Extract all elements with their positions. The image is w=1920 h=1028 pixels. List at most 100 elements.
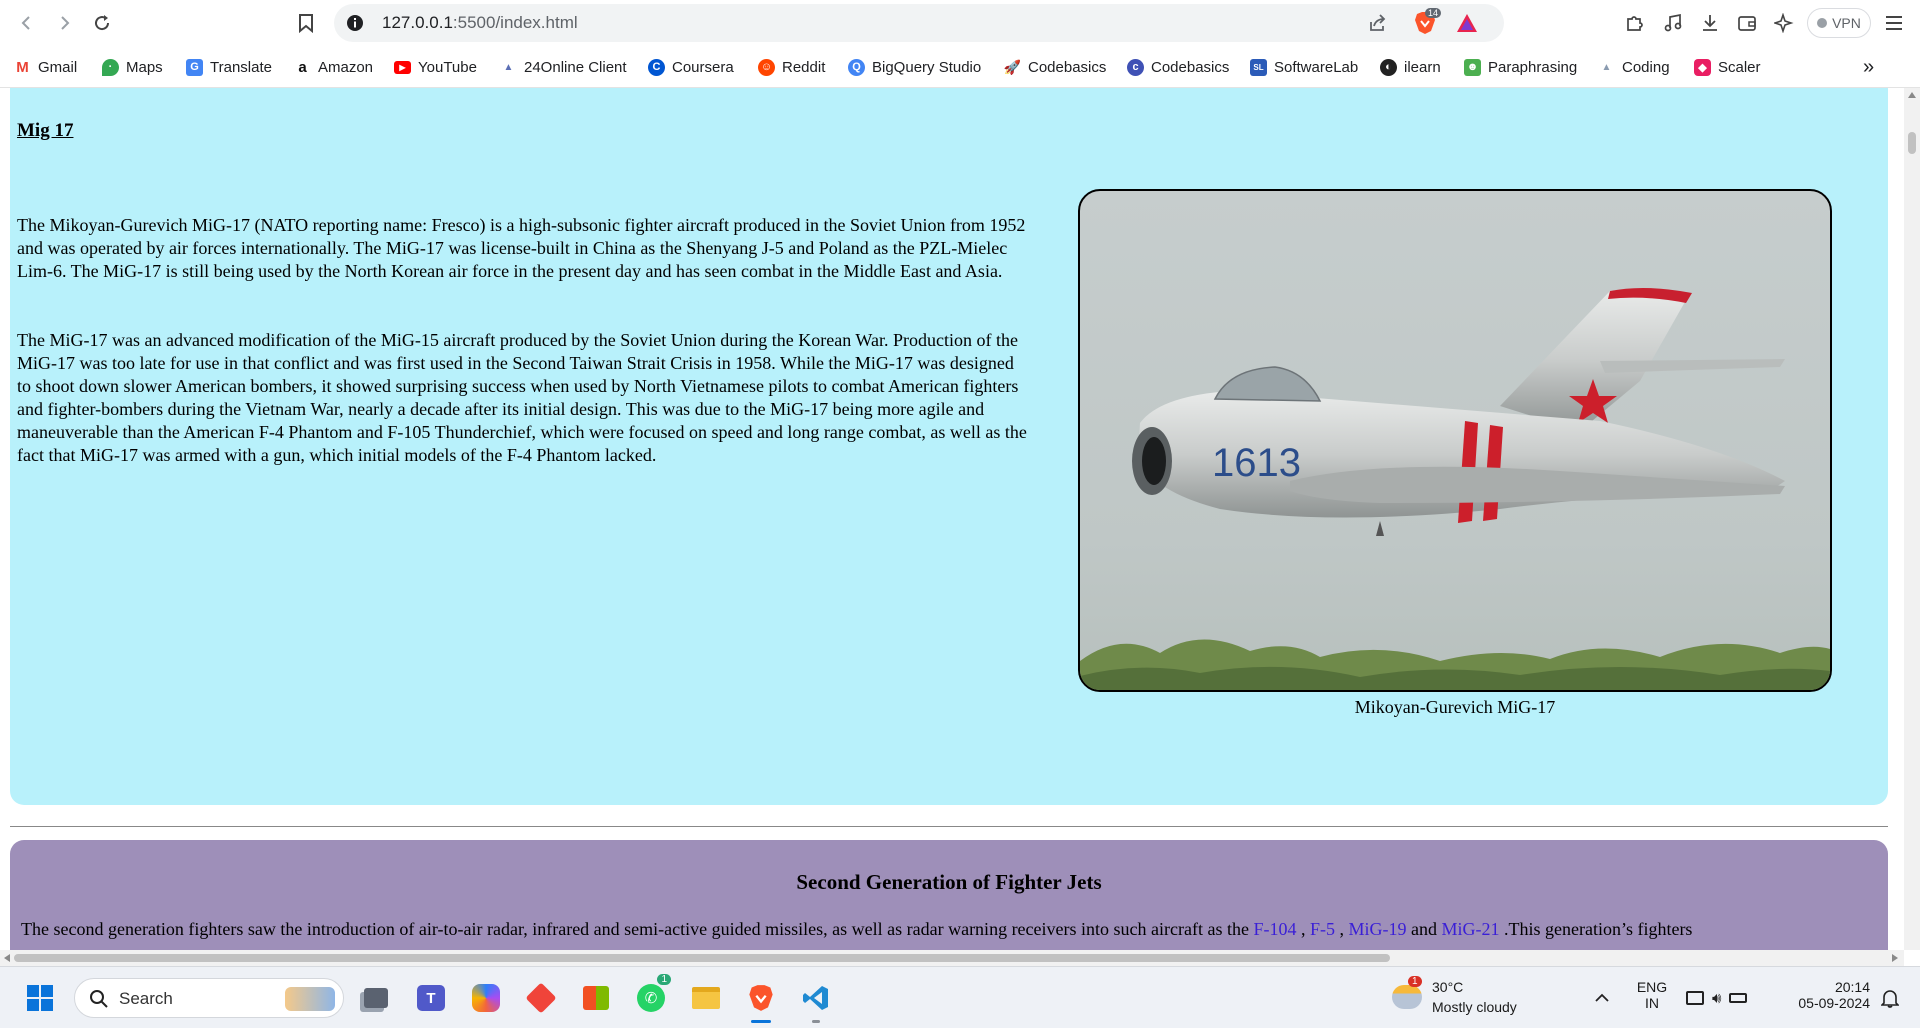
taskbar-search[interactable]: Search [74, 978, 344, 1018]
bookmark-coursera[interactable]: C Coursera [648, 56, 734, 78]
link-f5[interactable]: F-5 [1310, 919, 1335, 939]
bookmark-translate[interactable]: G Translate [186, 56, 272, 78]
wallet-button[interactable] [1733, 9, 1761, 37]
section-divider [10, 826, 1888, 827]
vpn-label: VPN [1832, 15, 1861, 31]
bookmark-bigquery[interactable]: Q BigQuery Studio [848, 56, 981, 78]
forward-button[interactable] [50, 9, 78, 37]
mig17-image: 1613 [1078, 189, 1832, 692]
bookmark-label: Scaler [1718, 58, 1761, 76]
horizontal-scroll-thumb[interactable] [14, 954, 1390, 962]
link-f104[interactable]: F-104 [1253, 919, 1296, 939]
network-icon [1686, 991, 1704, 1005]
bookmark-scaler[interactable]: ◆ Scaler [1694, 56, 1761, 78]
brave-shields-button[interactable]: 14 [1414, 8, 1442, 35]
region-code: IN [1645, 995, 1659, 1011]
clock-date: 05-09-2024 [1798, 995, 1870, 1011]
weather-widget[interactable]: 1 30°C Mostly cloudy [1390, 976, 1560, 1019]
bookmark-label: Coding [1622, 58, 1670, 76]
coding-icon: ▲ [1598, 58, 1615, 76]
start-button[interactable] [22, 980, 58, 1016]
bookmark-page-button[interactable] [292, 9, 320, 37]
bookmark-maps[interactable]: · Maps [102, 56, 163, 78]
main-menu-button[interactable] [1880, 9, 1908, 37]
bookmarks-overflow-button[interactable]: » [1863, 56, 1874, 78]
youtube-icon: ▶ [394, 60, 411, 74]
second-generation-title: Second Generation of Fighter Jets [796, 870, 1102, 894]
vertical-scroll-thumb[interactable] [1908, 132, 1916, 154]
mig17-paragraph-1: The Mikoyan-Gurevich MiG-17 (NATO report… [17, 215, 1026, 281]
bookmark-coding[interactable]: ▲ Coding [1598, 56, 1670, 78]
bookmark-amazon[interactable]: a Amazon [294, 56, 373, 78]
url-host: 127.0.0.1 [382, 13, 453, 32]
url-text[interactable]: 127.0.0.1:5500/index.html [382, 13, 578, 33]
sparkle-icon [1774, 13, 1794, 33]
bookmarks-bar: M Gmail · Maps G Translate a Amazon ▶ YouTube… [0, 46, 1920, 88]
microsoft-store-button[interactable] [578, 980, 614, 1016]
mig17-paragraph-2: The MiG-17 was an advanced modification … [17, 330, 1027, 465]
bookmark-codebasics-2[interactable]: c Codebasics [1127, 56, 1229, 78]
bookmark-paraphrasing[interactable]: ☻ Paraphrasing [1464, 56, 1577, 78]
site-info-icon[interactable] [346, 14, 364, 32]
bookmark-reddit[interactable]: ☺ Reddit [758, 56, 825, 78]
language-code: ENG [1636, 979, 1668, 995]
share-icon[interactable] [1368, 13, 1388, 33]
media-button[interactable] [1659, 9, 1687, 37]
back-button[interactable] [13, 9, 41, 37]
weather-alert-badge: 1 [1408, 976, 1422, 987]
show-hidden-icons-button[interactable] [1584, 980, 1620, 1016]
app-red-diamond-button[interactable] [523, 980, 559, 1016]
brave-taskbar-button[interactable] [743, 980, 779, 1023]
whatsapp-button[interactable]: ✆ 1 [633, 974, 671, 1016]
vpn-button[interactable]: VPN [1807, 8, 1871, 38]
weather-temperature: 30°C [1432, 979, 1464, 995]
task-view-button[interactable] [358, 980, 394, 1016]
bookmark-label: Codebasics [1151, 58, 1230, 76]
bookmark-youtube[interactable]: ▶ YouTube [394, 56, 477, 78]
link-mig21[interactable]: MiG-21 [1441, 919, 1499, 939]
separator: and [1406, 919, 1442, 939]
bookmark-label: ilearn [1404, 58, 1441, 76]
coursera-icon: C [648, 58, 665, 76]
clock[interactable]: 20:14 05-09-2024 [1780, 979, 1870, 1019]
scroll-left-arrow-icon[interactable] [4, 954, 10, 962]
bookmark-label: YouTube [418, 58, 477, 76]
mig17-caption: Mikoyan-Gurevich MiG-17 [1354, 697, 1556, 717]
quick-settings-button[interactable]: 🔊︎ [1686, 981, 1760, 1015]
copilot-icon [472, 984, 500, 1012]
teams-button[interactable]: T [413, 980, 449, 1016]
reddit-icon: ☺ [758, 58, 775, 76]
search-icon [90, 990, 108, 1008]
vscode-button[interactable] [798, 980, 834, 1023]
extensions-button[interactable] [1621, 9, 1649, 37]
scroll-up-arrow-icon[interactable] [1908, 92, 1916, 98]
file-explorer-button[interactable] [688, 980, 724, 1016]
downloads-button[interactable] [1696, 9, 1724, 37]
weather-description: Mostly cloudy [1432, 999, 1517, 1015]
bookmark-ilearn[interactable]: ◐ ilearn [1380, 56, 1441, 78]
notifications-button[interactable] [1872, 980, 1908, 1016]
bookmark-softwarelab[interactable]: SL SoftwareLab [1250, 56, 1358, 78]
bookmark-24online[interactable]: ▲ 24Online Client [500, 56, 627, 78]
whatsapp-icon: ✆ [637, 984, 665, 1012]
copilot-button[interactable] [468, 980, 504, 1016]
mig17-aircraft-illustration: 1613 [1080, 287, 1830, 690]
address-bar[interactable]: 127.0.0.1:5500/index.html 14 [334, 4, 1504, 42]
reload-button[interactable] [88, 9, 116, 37]
store-bag-icon [583, 986, 609, 1010]
scroll-right-arrow-icon[interactable] [1892, 954, 1898, 962]
bookmark-label: BigQuery Studio [872, 58, 982, 76]
language-indicator[interactable]: ENG IN [1632, 979, 1672, 1019]
shields-count-badge: 14 [1425, 8, 1442, 18]
bookmark-gmail[interactable]: M Gmail [14, 56, 77, 78]
bookmark-codebasics-1[interactable]: 🚀 Codebasics [1004, 56, 1106, 78]
brave-rewards-icon[interactable] [1456, 13, 1478, 33]
link-mig19[interactable]: MiG-19 [1348, 919, 1406, 939]
windows-taskbar: Search T ✆ 1 1 30°C Mostly cloudy ENG IN… [0, 966, 1920, 1028]
leo-ai-button[interactable] [1770, 9, 1798, 37]
horizontal-scrollbar[interactable] [0, 950, 1904, 966]
folder-icon [692, 987, 720, 1009]
vertical-scrollbar[interactable] [1904, 88, 1920, 950]
bigquery-icon: Q [848, 58, 865, 76]
tail-number: 1613 [1212, 441, 1301, 485]
